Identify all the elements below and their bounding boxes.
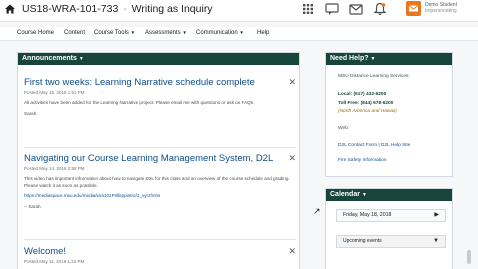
need-help-header[interactable]: Need Help? ▼ [326,53,452,65]
dismiss-close-icon[interactable]: ✕ [288,153,296,164]
announcement-divider [24,147,296,148]
arrow-right-icon[interactable]: ▶ [434,210,439,221]
chevron-down-icon: ▼ [130,30,136,35]
nav-course-home[interactable]: Course Home [17,30,54,36]
help-tollfree-phone[interactable]: Toll Free: (844) 678-6200 [338,101,393,106]
course-title[interactable]: US18-WRA-101-733 - Writing as Inquiry [22,3,213,15]
announcement-title[interactable]: First two weeks: Learning Narrative sche… [24,77,296,89]
nav-assessments-label: Assessments [145,30,181,36]
chevron-down-icon: ▼ [182,30,187,35]
calendar-header[interactable]: Calendar ▼ [326,189,452,201]
announcement-date: Posted May 11, 2018 1:22 PM [24,259,85,264]
announcement-item: First two weeks: Learning Narrative sche… [24,77,296,117]
help-local-phone[interactable]: Local: (517) 432-6200 [338,92,386,97]
announcement-title[interactable]: Welcome! [24,246,296,258]
calendar-date-selector[interactable]: Friday, May 18, 2018 ▶ [336,209,446,222]
announcement-date: Posted May 14, 2018 2:58 PM [24,166,85,171]
home-icon[interactable] [3,2,17,16]
top-bar: US18-WRA-101-733 - Writing as Inquiry De… [0,0,478,22]
help-web-label: Web: [338,126,350,131]
announcement-body: This video has important information abo… [24,176,290,188]
announcements-header[interactable]: Announcements ▼ [18,53,299,65]
help-contact-links[interactable]: D2L Contact Form | D2L Help Site [338,143,410,148]
nav-communication[interactable]: Communication ▼ [196,30,244,36]
dismiss-close-icon[interactable]: ✕ [288,246,296,257]
user-role: Impersonating [425,8,457,14]
announcements-title: Announcements [22,55,77,62]
user-avatar[interactable] [406,1,421,16]
chevron-down-icon: ▼ [433,238,439,244]
chevron-down-icon: ▼ [239,30,244,35]
announcement-title[interactable]: Navigating our Course Learning Managemen… [24,153,296,165]
nav-communication-label: Communication [196,30,238,36]
announcement-body: All activities have been added for the L… [24,100,255,105]
user-menu[interactable]: Demo Student Impersonating [425,2,477,14]
upcoming-events-label: Upcoming events [343,238,382,244]
dismiss-close-icon[interactable]: ✕ [288,77,296,88]
announcement-signature: -- Sarah [24,203,41,209]
subscription-alerts-icon[interactable] [348,2,364,16]
calendar-widget: Calendar ▼ [325,188,453,269]
help-services-title: MSU Distance Learning Services: [338,74,410,79]
need-help-title: Need Help? [330,55,369,62]
announcement-item: Welcome! Posted May 11, 2018 1:22 PM ✕ [24,246,296,264]
calendar-title: Calendar [330,191,360,198]
announcement-signature: Sarah [24,110,37,116]
course-navbar: Course Home Content Course Tools ▼ Asses… [0,27,478,41]
announcements-widget: Announcements ▼ First two weeks: Learning… [17,52,300,269]
chevron-down-icon: ▼ [361,192,367,198]
help-fire-safety-link[interactable]: Fire Safety Information [338,158,387,163]
upcoming-events-toggle[interactable]: Upcoming events ▼ [336,235,446,248]
announcement-divider [24,239,296,240]
calendar-date: Friday, May 18, 2018 [343,212,392,218]
course-code: US18-WRA-101-733 [22,3,119,15]
user-icon [408,5,419,12]
title-separator: - [123,3,127,15]
page-scrollbar[interactable] [467,250,471,264]
course-name: Writing as Inquiry [131,3,213,15]
nav-help[interactable]: Help [257,30,269,36]
chevron-down-icon: ▼ [78,56,84,62]
nav-content[interactable]: Content [64,30,85,36]
announcement-link[interactable]: https://mediaspace.msu.edu/media/wra101P… [24,193,296,200]
nav-course-tools-label: Course Tools [94,30,129,36]
announcement-date: Posted May 15, 2018 1:51 PM [24,90,85,95]
nav-course-tools[interactable]: Course Tools ▼ [94,30,135,36]
mouse-cursor-icon: ↗ [313,206,321,216]
course-selector-grid-icon[interactable] [300,2,316,16]
message-alerts-icon[interactable] [324,2,340,16]
update-alerts-bell-icon[interactable] [372,2,388,16]
announcement-item: Navigating our Course Learning Managemen… [24,153,296,210]
chevron-down-icon: ▼ [370,56,376,62]
help-region: (North America and Hawaii) [338,109,397,114]
nav-assessments[interactable]: Assessments ▼ [145,30,187,36]
